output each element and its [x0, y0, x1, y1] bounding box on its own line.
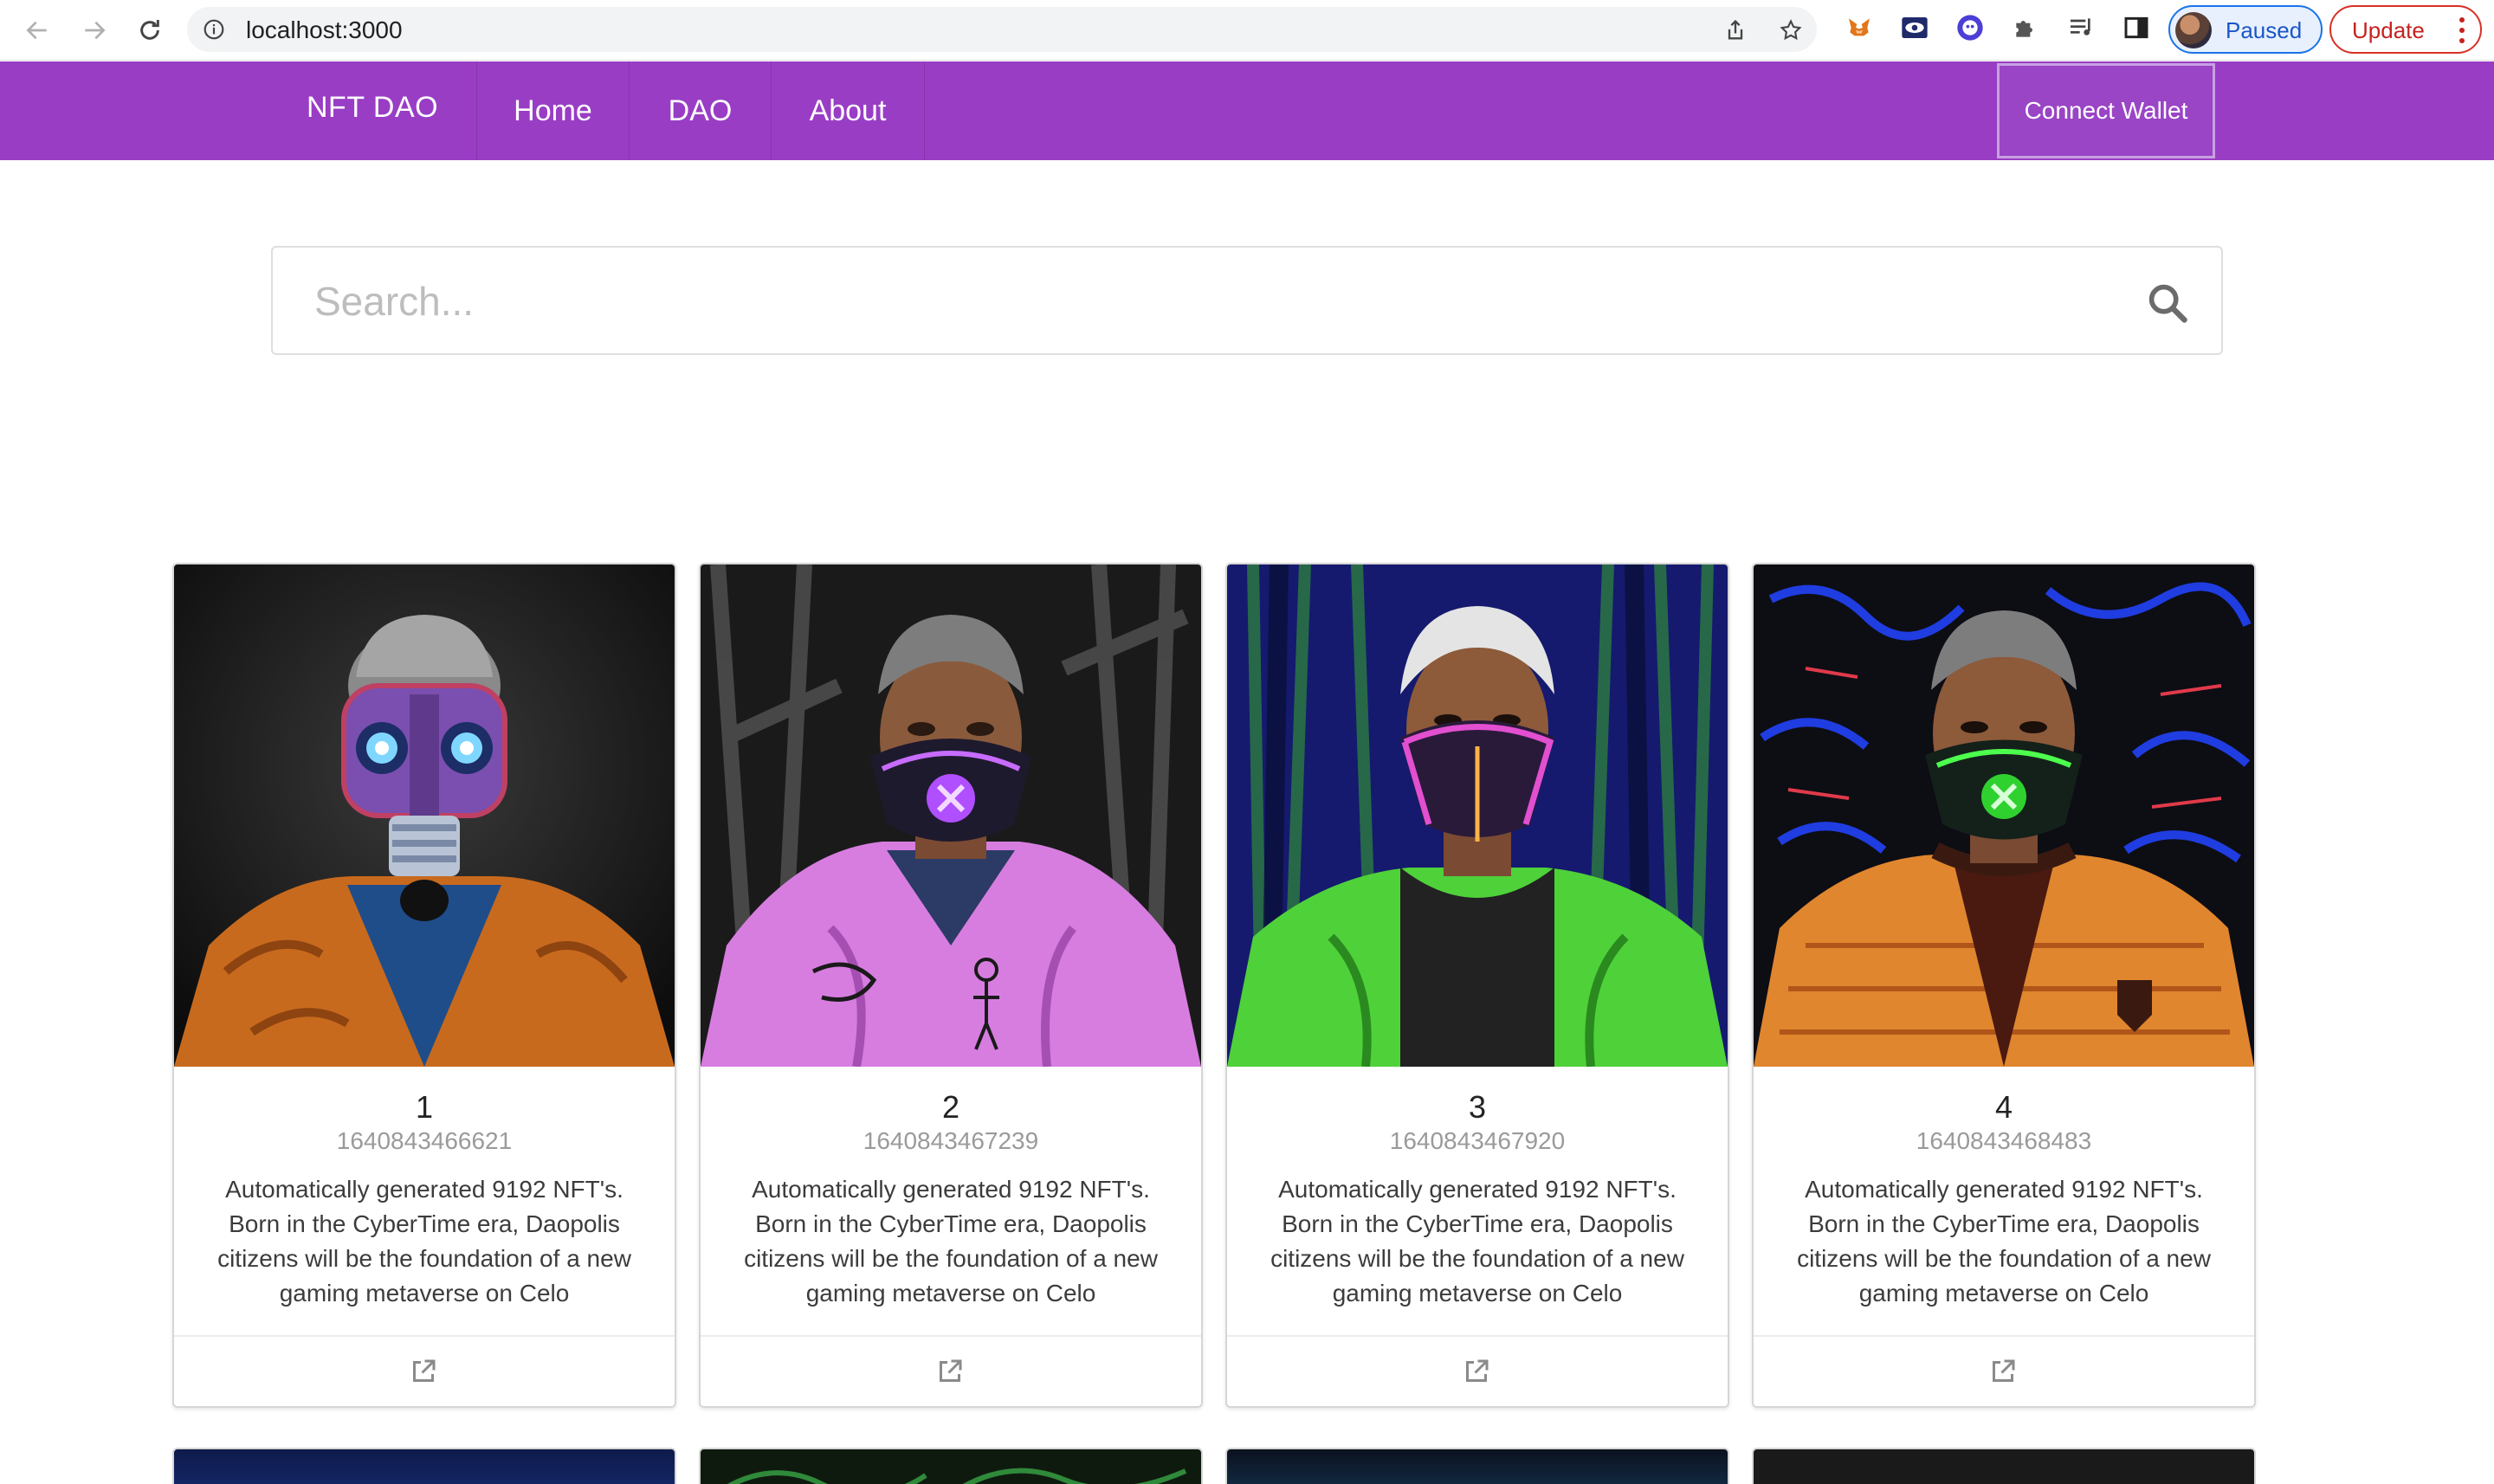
- external-link-icon[interactable]: [1987, 1356, 2019, 1387]
- side-panel-icon[interactable]: [2122, 13, 2151, 42]
- nft-description: Automatically generated 9192 NFT's. Born…: [1270, 1176, 1684, 1307]
- nft-timestamp: 1640843467920: [1389, 1127, 1566, 1154]
- nft-description: Automatically generated 9192 NFT's. Born…: [1797, 1176, 2211, 1307]
- eye-extension-icon[interactable]: [1900, 13, 1929, 42]
- nft-description: Automatically generated 9192 NFT's. Born…: [217, 1176, 631, 1307]
- site-info-icon[interactable]: [203, 18, 225, 41]
- browser-toolbar: localhost:3000 Paused Update: [0, 0, 2494, 61]
- card-footer: [1227, 1335, 1728, 1406]
- nft-card[interactable]: 2 1640843467239 Automatically generated …: [699, 563, 1203, 1408]
- connect-wallet-button[interactable]: Connect Wallet: [1997, 63, 2215, 158]
- nft-card-partial[interactable]: [1752, 1448, 2256, 1484]
- external-link-icon[interactable]: [1461, 1356, 1492, 1387]
- external-link-icon[interactable]: [934, 1356, 966, 1387]
- nft-image[interactable]: [1754, 565, 2254, 1067]
- ghost-extension-icon[interactable]: [1955, 13, 1985, 42]
- nft-timestamp: 1640843466621: [336, 1127, 513, 1154]
- more-menu-icon[interactable]: [2459, 17, 2465, 43]
- nav-link-home[interactable]: Home: [476, 61, 629, 160]
- nft-card[interactable]: 3 1640843467920 Automatically generated …: [1225, 563, 1729, 1408]
- card-footer: [701, 1335, 1201, 1406]
- nft-card-partial[interactable]: [172, 1448, 676, 1484]
- nft-image[interactable]: [1227, 565, 1728, 1067]
- url-text: localhost:3000: [246, 16, 403, 43]
- profile-status-label: Paused: [2226, 17, 2303, 43]
- nft-timestamp: 1640843468483: [1916, 1127, 2092, 1154]
- nav-link-dao[interactable]: DAO: [629, 61, 771, 160]
- puzzle-icon[interactable]: [2011, 13, 2040, 42]
- site-navbar: NFT DAO Home DAO About Connect Wallet: [0, 61, 2494, 160]
- share-icon[interactable]: [1723, 18, 1748, 42]
- metamask-fox-icon[interactable]: [1845, 13, 1874, 42]
- nft-number: 4: [1994, 1089, 2013, 1125]
- reload-icon[interactable]: [132, 12, 168, 48]
- card-footer: [174, 1335, 675, 1406]
- address-bar[interactable]: localhost:3000: [187, 7, 1817, 52]
- nft-image[interactable]: [701, 565, 1201, 1067]
- avatar: [2175, 12, 2212, 48]
- nft-image[interactable]: [174, 565, 675, 1067]
- card-footer: [1754, 1335, 2254, 1406]
- media-queue-icon[interactable]: [2066, 13, 2096, 42]
- profile-button[interactable]: Paused: [2168, 5, 2323, 54]
- external-link-icon[interactable]: [408, 1356, 439, 1387]
- brand-logo[interactable]: NFT DAO: [307, 91, 438, 125]
- update-label: Update: [2352, 17, 2425, 43]
- nav-link-about[interactable]: About: [771, 61, 925, 160]
- search-input[interactable]: [314, 270, 2046, 332]
- nft-number: 3: [1468, 1089, 1487, 1125]
- search-box: [271, 246, 2223, 355]
- nft-card[interactable]: 1 1640843466621 Automatically generated …: [172, 563, 676, 1408]
- nft-number: 2: [941, 1089, 960, 1125]
- back-icon[interactable]: [19, 12, 55, 48]
- nft-timestamp: 1640843467239: [863, 1127, 1039, 1154]
- nft-card-partial[interactable]: [1225, 1448, 1729, 1484]
- bookmark-star-icon[interactable]: [1779, 18, 1803, 42]
- nft-card-partial[interactable]: [699, 1448, 1203, 1484]
- search-icon[interactable]: [2145, 281, 2190, 326]
- forward-icon[interactable]: [76, 12, 113, 48]
- update-button[interactable]: Update: [2329, 5, 2482, 54]
- nft-number: 1: [415, 1089, 434, 1125]
- nft-description: Automatically generated 9192 NFT's. Born…: [744, 1176, 1158, 1307]
- nft-card[interactable]: 4 1640843468483 Automatically generated …: [1752, 563, 2256, 1408]
